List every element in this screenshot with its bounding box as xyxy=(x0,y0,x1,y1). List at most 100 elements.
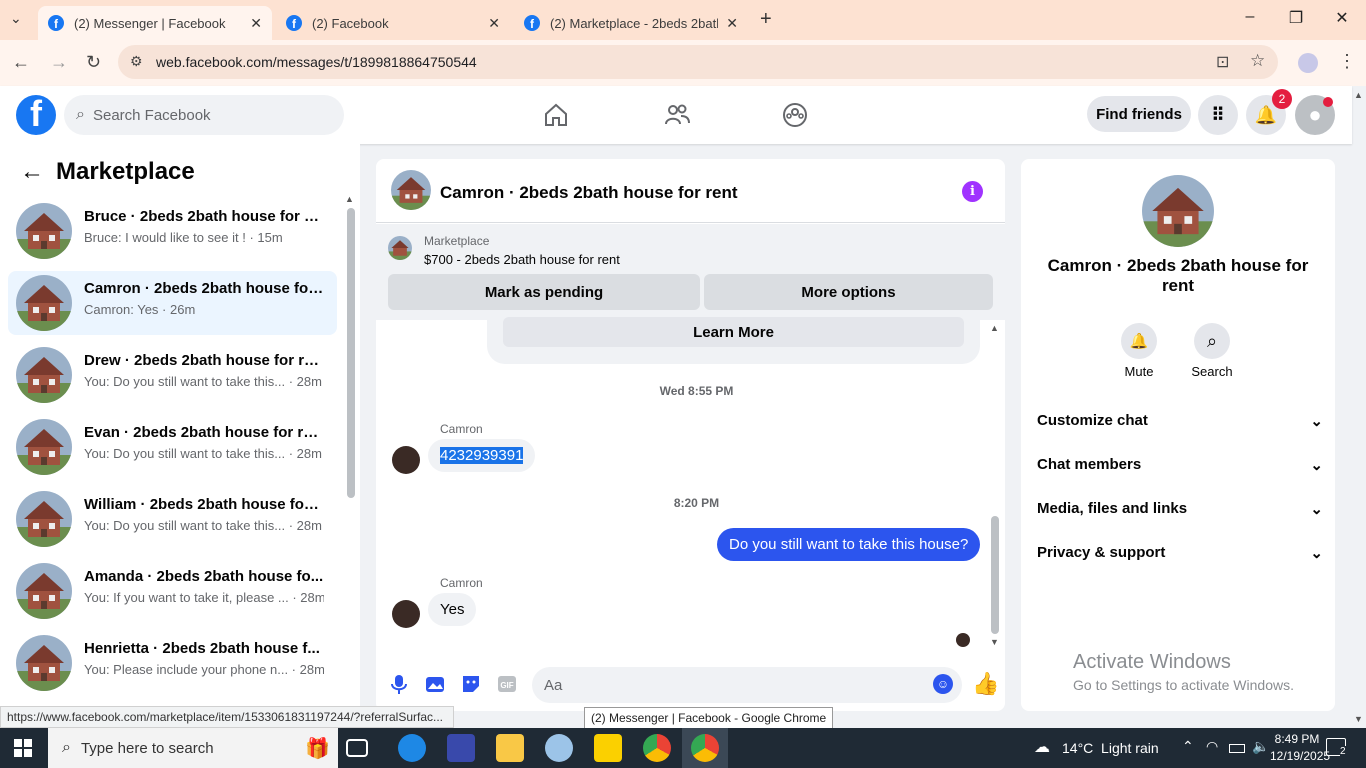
gif-icon[interactable]: GIF xyxy=(496,673,518,695)
conversation-avatar xyxy=(16,275,72,331)
tab-messenger[interactable]: f (2) Messenger | Facebook ✕ xyxy=(38,6,272,40)
app-icon[interactable] xyxy=(447,734,475,762)
tab-search-icon[interactable]: ⌄ xyxy=(10,10,22,27)
house-photo-icon xyxy=(1142,175,1214,247)
new-tab-button[interactable]: + xyxy=(760,8,772,31)
install-app-icon[interactable]: ⊡ xyxy=(1216,52,1229,72)
tab-marketplace[interactable]: f (2) Marketplace - 2beds 2bath h ✕ xyxy=(514,6,748,40)
clock-time[interactable]: 8:49 PM xyxy=(1274,732,1320,746)
taskbar-search-input[interactable]: ⌕ Type here to search 🎁 xyxy=(48,728,338,768)
house-photo-icon xyxy=(16,635,72,691)
facebook-logo-icon[interactable]: f xyxy=(16,95,56,135)
windows-start-icon[interactable] xyxy=(14,739,32,757)
media-files-links-row[interactable]: Media, files and links ⌄ xyxy=(1037,500,1323,518)
address-bar[interactable]: ⚙ web.facebook.com/messages/t/1899818864… xyxy=(118,45,1278,79)
sender-avatar[interactable] xyxy=(392,600,420,628)
chat-members-row[interactable]: Chat members ⌄ xyxy=(1037,456,1323,474)
window-tooltip: (2) Messenger | Facebook - Google Chrome xyxy=(584,707,834,729)
chat-avatar[interactable] xyxy=(391,170,431,210)
page-scroll-down-icon[interactable]: ▼ xyxy=(1354,714,1363,724)
customize-chat-row[interactable]: Customize chat ⌄ xyxy=(1037,412,1323,430)
wifi-icon[interactable]: ◠ xyxy=(1206,738,1218,755)
conversation-item[interactable]: Henrietta · 2beds 2bath house f... You: P… xyxy=(8,631,337,695)
search-conversation-button[interactable]: ⌕ xyxy=(1194,323,1230,359)
paint-icon[interactable] xyxy=(545,734,573,762)
info-avatar[interactable] xyxy=(1142,175,1214,247)
listing-thumbnail[interactable] xyxy=(388,236,412,260)
clock-date[interactable]: 12/19/2025 xyxy=(1270,749,1330,763)
close-window-icon[interactable]: ✕ xyxy=(1332,8,1352,28)
back-arrow-icon[interactable]: ← xyxy=(20,158,44,186)
weather-icon[interactable]: ☁ xyxy=(1034,737,1050,757)
weather-text[interactable]: 14°C Light rain xyxy=(1062,740,1159,756)
bookmark-star-icon[interactable]: ☆ xyxy=(1250,51,1265,71)
chat-header: Camron · 2beds 2bath house for rent i xyxy=(376,159,1005,223)
scroll-up-icon[interactable]: ▲ xyxy=(345,194,354,204)
find-friends-button[interactable]: Find friends xyxy=(1087,96,1191,132)
conversation-item[interactable]: Evan · 2beds 2bath house for rent You: Do… xyxy=(8,415,337,479)
close-tab-icon[interactable]: ✕ xyxy=(488,15,500,32)
minimize-icon[interactable]: – xyxy=(1240,8,1260,26)
message-input[interactable]: Aa xyxy=(532,667,962,703)
more-options-button[interactable]: More options xyxy=(704,274,993,310)
scroll-down-icon[interactable]: ▼ xyxy=(990,637,999,647)
task-view-icon[interactable] xyxy=(346,739,368,757)
learn-more-button[interactable]: Learn More xyxy=(503,317,964,347)
file-explorer-icon[interactable] xyxy=(496,734,524,762)
incoming-message[interactable]: 4232939391 xyxy=(428,439,536,472)
mark-as-pending-button[interactable]: Mark as pending xyxy=(388,274,700,310)
scroll-up-icon[interactable]: ▲ xyxy=(990,323,999,333)
conversation-item[interactable]: William · 2beds 2bath house for ... You: … xyxy=(8,487,337,551)
photo-icon[interactable] xyxy=(424,673,446,695)
chrome-menu-icon[interactable]: ⋮ xyxy=(1338,51,1356,72)
site-info-icon[interactable]: ⚙ xyxy=(130,53,143,70)
conversation-item[interactable]: Amanda · 2beds 2bath house fo... You: If … xyxy=(8,559,337,623)
conversation-preview: Camron: Yes · 26m xyxy=(84,302,196,317)
tab-facebook[interactable]: f (2) Facebook ✕ xyxy=(276,6,510,40)
conversation-item[interactable]: Camron · 2beds 2bath house for... Camron:… xyxy=(8,271,337,335)
sticker-icon[interactable] xyxy=(460,673,482,695)
info-icon[interactable]: i xyxy=(962,181,983,202)
conversation-info-panel: Camron · 2beds 2bath house for rent 🔔 Mu… xyxy=(1021,159,1335,711)
privacy-support-row[interactable]: Privacy & support ⌄ xyxy=(1037,544,1323,562)
sticky-notes-icon[interactable] xyxy=(594,734,622,762)
incoming-message-text: Yes xyxy=(440,601,465,618)
forward-icon[interactable]: → xyxy=(50,52,68,73)
search-facebook-input[interactable]: ⌕ Search Facebook xyxy=(64,95,344,135)
sender-name: Camron xyxy=(440,576,483,590)
battery-icon[interactable] xyxy=(1229,744,1245,753)
sidebar-scrollbar[interactable] xyxy=(347,208,355,498)
mute-button[interactable]: 🔔 xyxy=(1121,323,1157,359)
chevron-down-icon: ⌄ xyxy=(1310,545,1323,562)
menu-grid-button[interactable]: ⠿ xyxy=(1198,95,1238,135)
page-scroll-up-icon[interactable]: ▲ xyxy=(1354,90,1363,100)
emoji-icon[interactable]: ☺ xyxy=(933,674,953,694)
chrome-icon[interactable] xyxy=(643,734,671,762)
back-icon[interactable]: ← xyxy=(12,52,30,73)
reload-icon[interactable]: ↻ xyxy=(86,52,101,73)
more-options-label: More options xyxy=(801,283,896,301)
sender-avatar[interactable] xyxy=(392,446,420,474)
listing-title[interactable]: $700 - 2beds 2bath house for rent xyxy=(424,252,620,267)
like-thumb-icon[interactable]: 👍 xyxy=(972,671,999,697)
groups-icon[interactable] xyxy=(782,102,808,128)
profile-avatar-icon[interactable] xyxy=(1298,53,1318,73)
conversation-item[interactable]: Bruce · 2beds 2bath house for re... Bruce… xyxy=(8,199,337,263)
conversation-avatar xyxy=(16,563,72,619)
microphone-icon[interactable] xyxy=(388,673,410,695)
conversation-avatar xyxy=(16,203,72,259)
close-tab-icon[interactable]: ✕ xyxy=(726,15,738,32)
outgoing-message[interactable]: Do you still want to take this house? xyxy=(717,528,981,561)
conversation-item[interactable]: Drew · 2beds 2bath house for rent You: Do… xyxy=(8,343,337,407)
incoming-message[interactable]: Yes xyxy=(428,593,477,626)
edge-browser-icon[interactable] xyxy=(398,734,426,762)
chat-scrollbar[interactable] xyxy=(991,516,999,634)
tray-chevron-up-icon[interactable]: ⌃ xyxy=(1182,738,1194,755)
close-tab-icon[interactable]: ✕ xyxy=(250,15,262,32)
volume-icon[interactable]: 🔈 xyxy=(1252,738,1269,755)
friends-icon[interactable] xyxy=(663,102,691,128)
chrome-icon[interactable] xyxy=(691,734,719,762)
home-icon[interactable] xyxy=(543,102,569,128)
notification-center-count: 2 xyxy=(1340,746,1346,757)
restore-icon[interactable]: ❐ xyxy=(1286,8,1306,28)
